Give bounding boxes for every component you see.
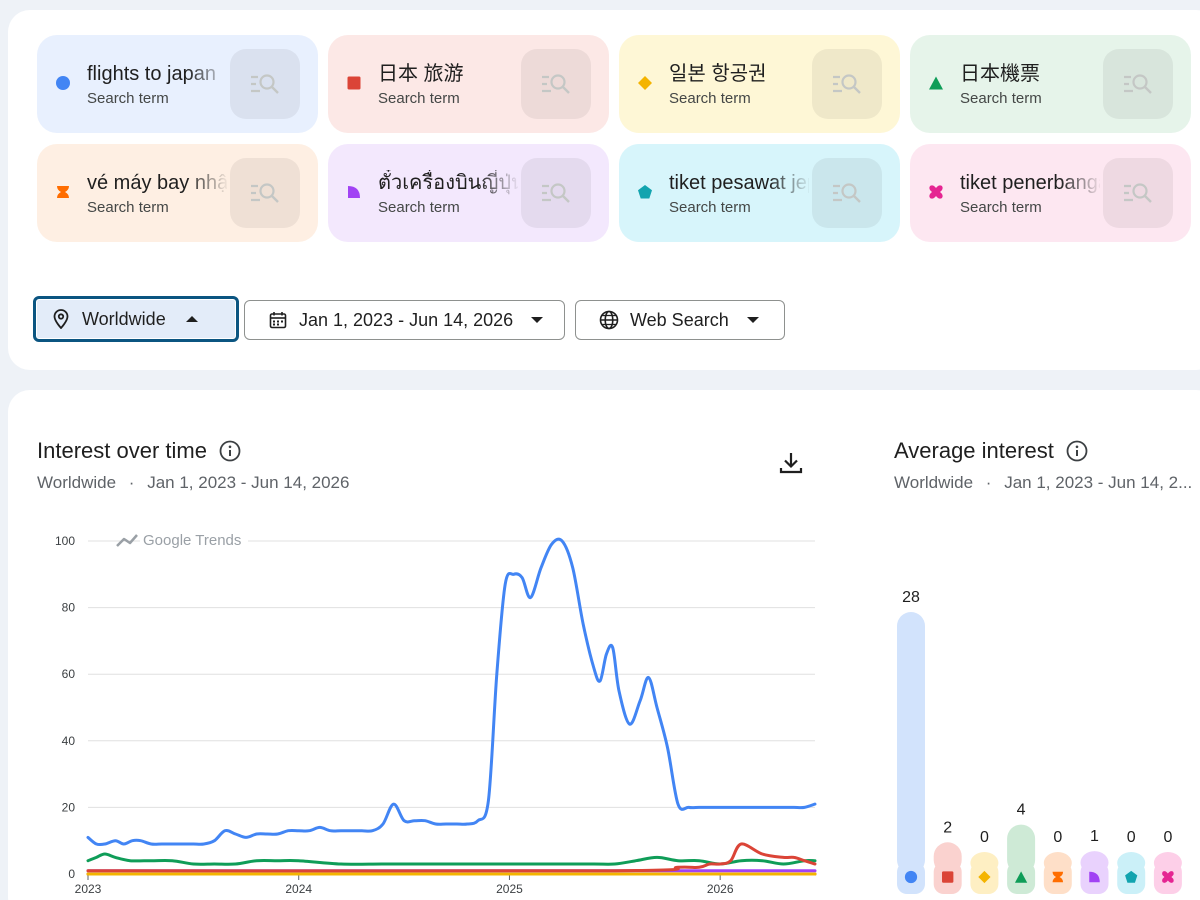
watermark-text: Google Trends [143, 532, 241, 549]
x-tick-label: 2026 [707, 882, 734, 896]
circle-marker-icon [904, 870, 918, 884]
average-bar-value: 2 [943, 819, 952, 836]
average-bar[interactable] [897, 612, 925, 874]
google-trends-watermark: Google Trends [116, 530, 248, 550]
series-line-3[interactable] [86, 852, 817, 866]
x-tick-label: 2023 [75, 882, 102, 896]
series-line-0[interactable] [86, 537, 817, 847]
average-bar-value: 0 [1163, 829, 1172, 846]
square-marker-icon [942, 871, 954, 883]
average-bar-value: 1 [1090, 828, 1099, 845]
average-bar-value: 0 [1053, 829, 1062, 846]
average-bar-value: 4 [1017, 802, 1026, 819]
series-line-1[interactable] [86, 842, 817, 873]
y-tick-label: 20 [62, 800, 76, 814]
average-bar-value: 28 [902, 589, 920, 606]
x-tick-label: 2025 [496, 882, 523, 896]
average-bar-value: 0 [980, 829, 989, 846]
average-bar-value: 0 [1127, 829, 1136, 846]
y-tick-label: 80 [62, 601, 76, 615]
y-tick-label: 0 [68, 867, 75, 881]
y-tick-label: 60 [62, 667, 76, 681]
x-tick-label: 2024 [285, 882, 312, 896]
y-tick-label: 100 [55, 534, 75, 548]
y-tick-label: 40 [62, 734, 76, 748]
charts-canvas: 0204060801002023 2024 2025 2026Google Trend… [55, 530, 1182, 896]
